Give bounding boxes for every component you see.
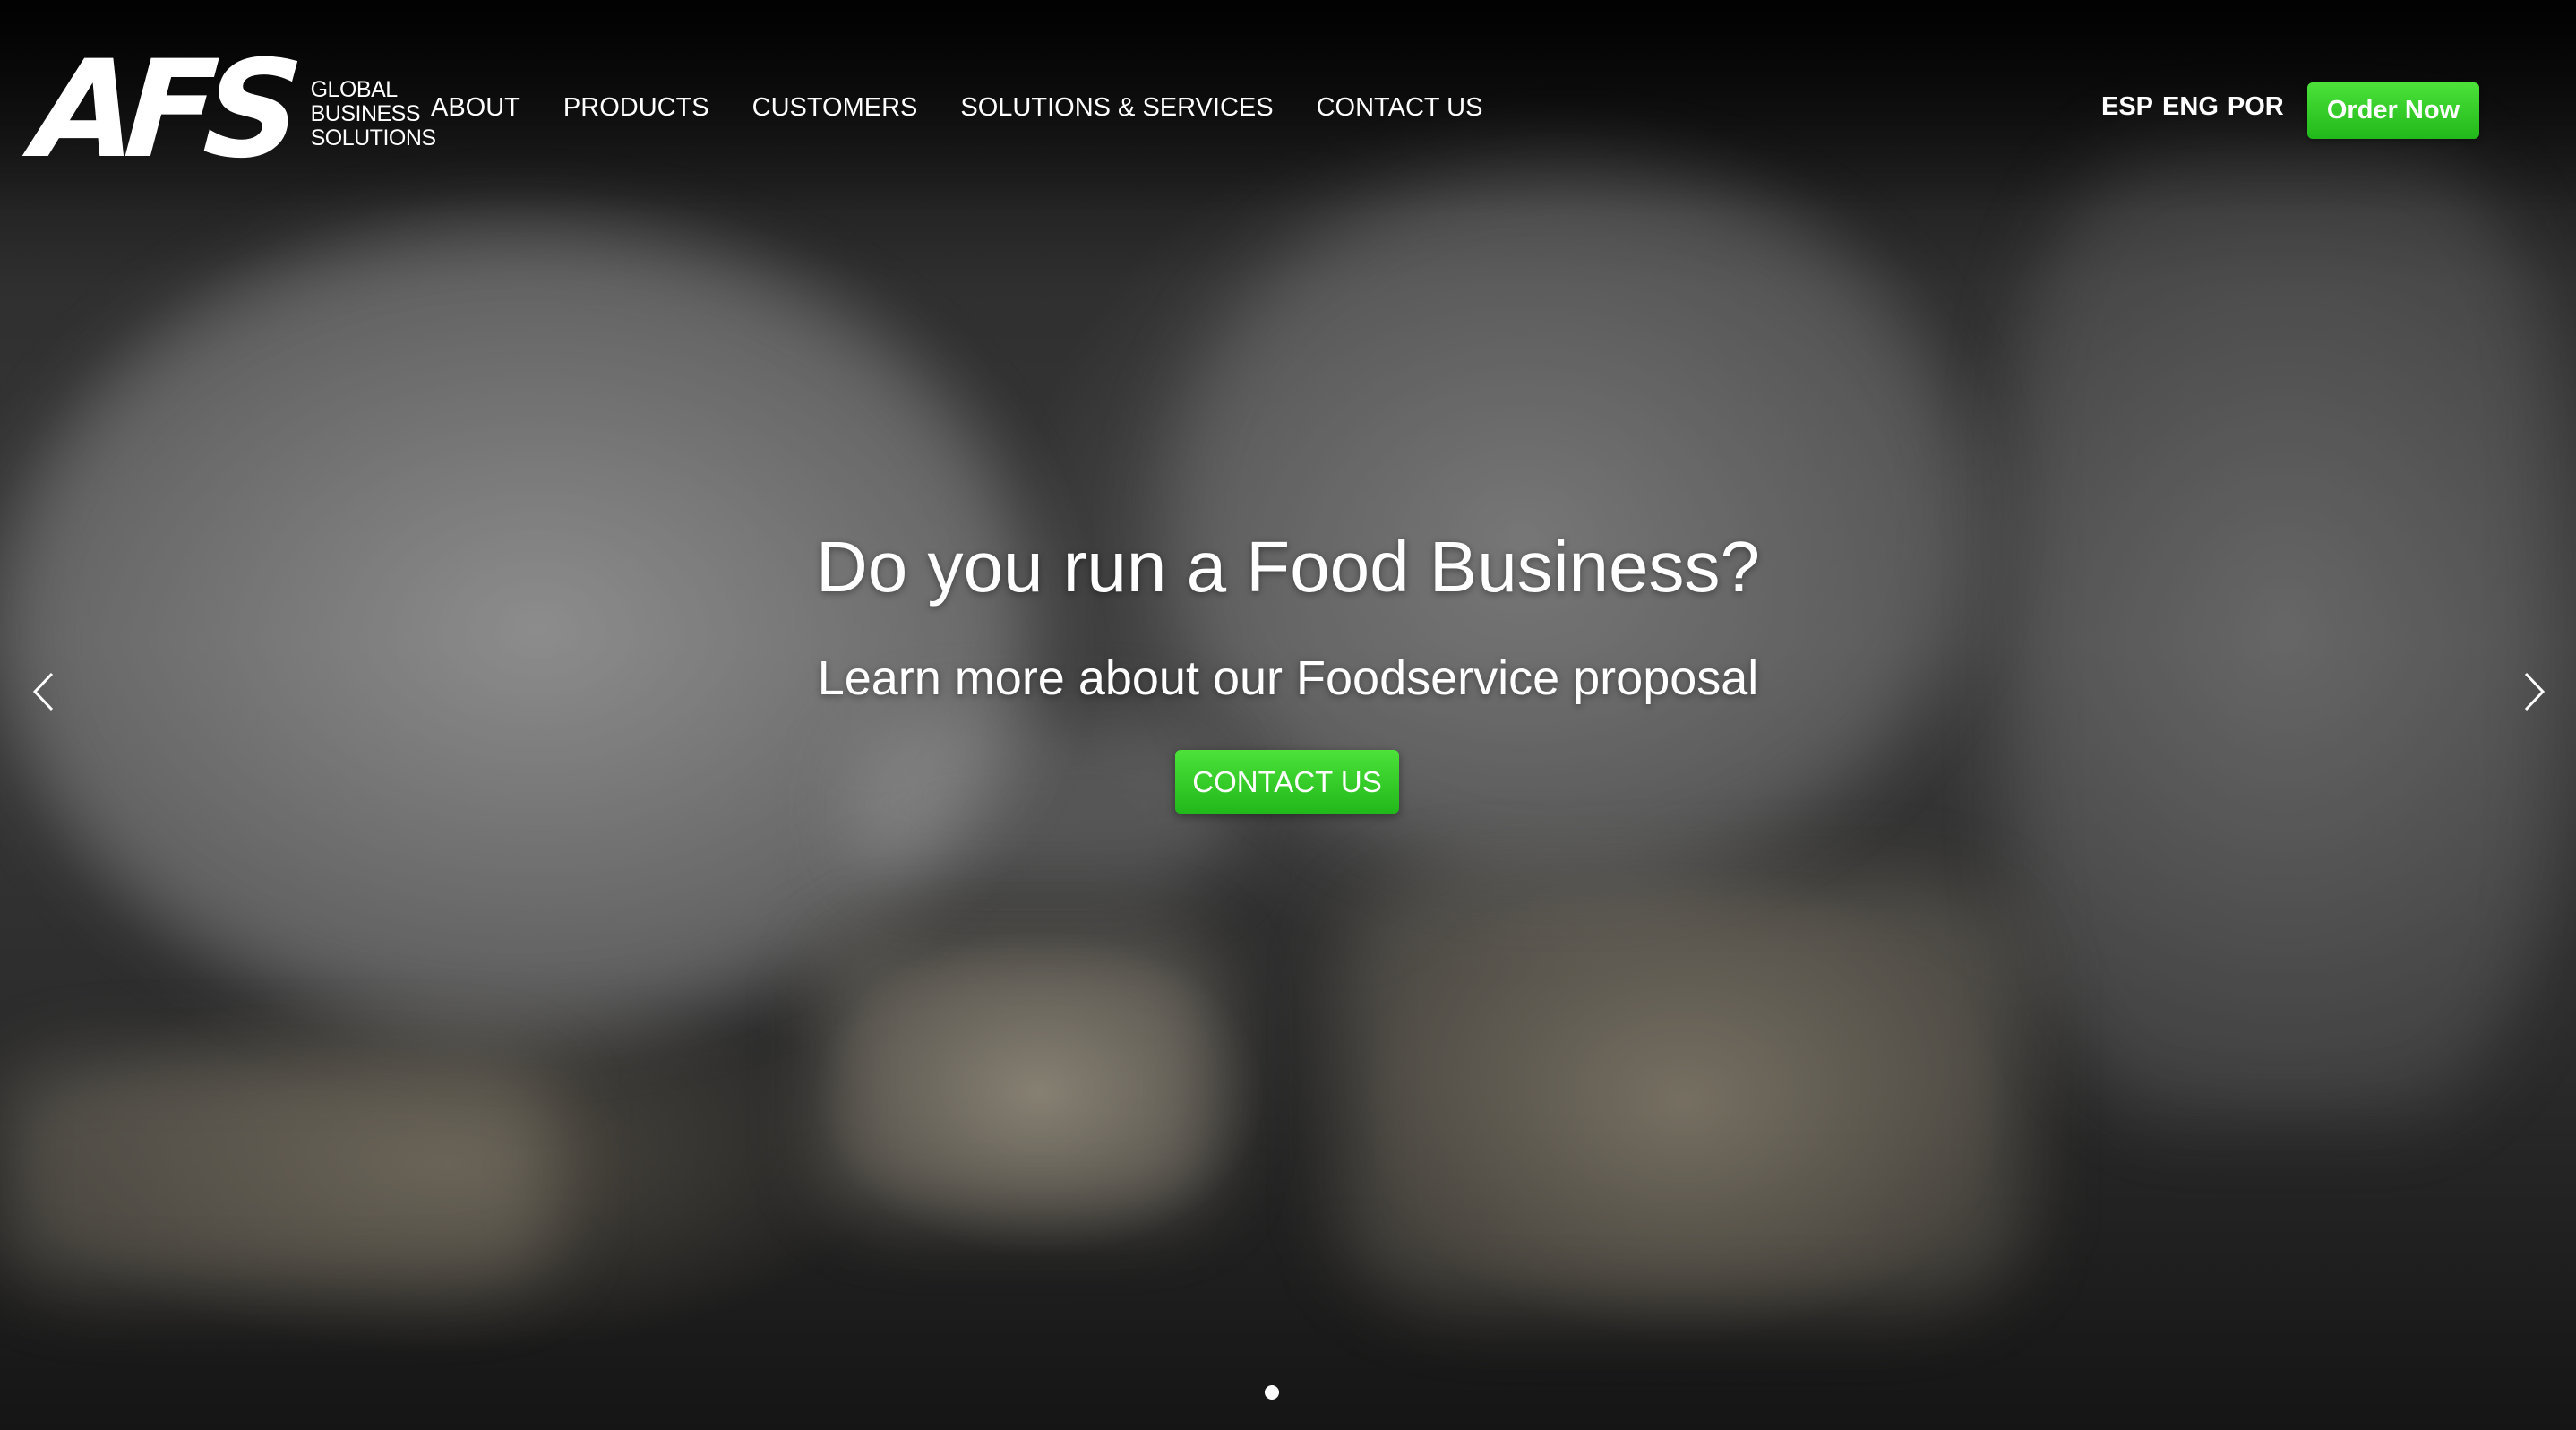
hero-subheadline: Learn more about our Foodservice proposa… [817,651,1759,705]
logo-tagline-line: GLOBAL [310,76,399,102]
contact-us-button[interactable]: CONTACT US [1175,750,1399,814]
logo-tagline-line: SOLUTIONS [310,125,436,151]
background-image [1344,878,2024,1308]
carousel-next-button[interactable] [2517,667,2553,717]
nav-item-contact-us[interactable]: CONTACT US [1317,93,1483,123]
chevron-right-icon [2524,672,2546,711]
nav-item-customers[interactable]: CUSTOMERS [752,93,918,123]
language-eng[interactable]: ENG [2162,92,2219,122]
background-image [2015,134,2553,1120]
carousel-indicators [1265,1385,1279,1400]
language-esp[interactable]: ESP [2101,92,2153,122]
order-now-button[interactable]: Order Now [2307,82,2479,139]
logo-tagline-line: BUSINESS [310,100,421,126]
carousel-dot-active[interactable] [1265,1385,1279,1400]
logo[interactable]: AFS GLOBAL BUSINESS SOLUTIONS [29,32,436,188]
carousel-prev-button[interactable] [25,667,61,717]
nav-item-solutions-services[interactable]: SOLUTIONS & SERVICES [960,93,1273,123]
background-image [0,224,1030,1030]
main-nav: ABOUT PRODUCTS CUSTOMERS SOLUTIONS & SER… [431,93,1482,123]
background-image [824,932,1218,1219]
hero-slider: AFS GLOBAL BUSINESS SOLUTIONS ABOUT PROD… [0,0,2576,1430]
chevron-left-icon [32,672,54,711]
hero-headline: Do you run a Food Business? [816,527,1760,607]
logo-mark: AFS [28,32,295,188]
background-image [851,717,1227,896]
nav-item-products[interactable]: PRODUCTS [563,93,709,123]
language-switcher: ESP ENG POR [2101,92,2284,122]
nav-item-about[interactable]: ABOUT [431,93,520,123]
language-por[interactable]: POR [2228,92,2284,122]
background-image [0,1057,555,1290]
logo-tagline: GLOBAL BUSINESS SOLUTIONS [310,76,436,151]
